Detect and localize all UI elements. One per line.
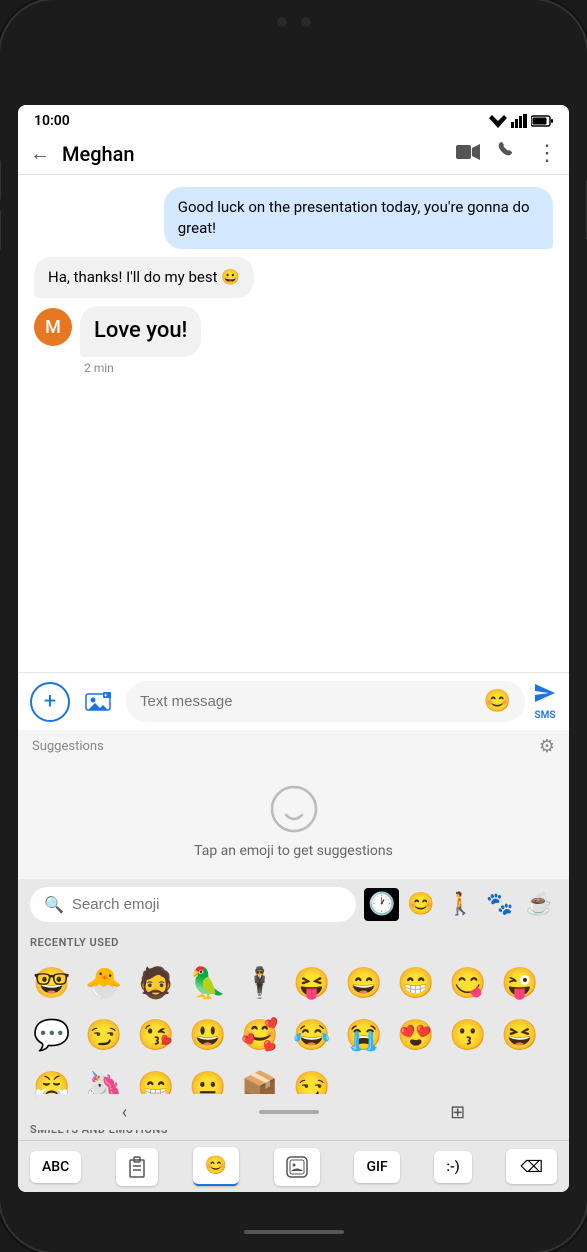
text-input-wrapper: 😊 bbox=[126, 681, 525, 722]
search-icon: 🔍 bbox=[44, 895, 64, 914]
abc-key[interactable]: ABC bbox=[30, 1151, 81, 1183]
emoji-speech[interactable]: 💬 bbox=[26, 1009, 78, 1061]
chat-area: Good luck on the presentation today, you… bbox=[18, 175, 569, 672]
wifi-icon bbox=[489, 114, 507, 128]
received-messages-content: Love you! 2 min bbox=[80, 306, 201, 375]
emoji-squint[interactable]: 😝 bbox=[286, 957, 338, 1009]
suggestion-hint: Tap an emoji to get suggestions bbox=[194, 843, 393, 859]
emoji-cry[interactable]: 😭 bbox=[338, 1009, 390, 1061]
emoji-kiss[interactable]: 😘 bbox=[130, 1009, 182, 1061]
emoji-suggestion-area: Tap an emoji to get suggestions bbox=[18, 763, 569, 879]
message-timestamp: 2 min bbox=[80, 361, 201, 375]
back-button[interactable]: ← bbox=[30, 141, 50, 166]
phone-call-icon[interactable] bbox=[498, 141, 518, 166]
message-input[interactable] bbox=[140, 693, 476, 710]
people-tab[interactable]: 🚶 bbox=[443, 888, 478, 921]
received-message-2: Ha, thanks! I'll do my best 😀 bbox=[34, 257, 254, 298]
emoticon-key[interactable]: :-) bbox=[434, 1151, 471, 1183]
emoji-smirk[interactable]: 😏 bbox=[78, 1009, 130, 1061]
emoji-bearded[interactable]: 🧔 bbox=[130, 957, 182, 1009]
suggestions-label: Suggestions bbox=[32, 739, 104, 754]
emoji-kissing[interactable]: 😗 bbox=[442, 1009, 494, 1061]
send-sms-button[interactable]: SMS bbox=[533, 682, 557, 721]
emoji-wink-tongue[interactable]: 😜 bbox=[494, 957, 546, 1009]
app-bar: ← Meghan ⋮ bbox=[18, 133, 569, 175]
sticker-key[interactable] bbox=[274, 1148, 320, 1186]
camera-dot-right bbox=[301, 17, 311, 27]
emoji-yum[interactable]: 😋 bbox=[442, 957, 494, 1009]
status-time: 10:00 bbox=[34, 113, 70, 129]
recently-used-grid: 🤓 🐣 🧔 🦜 🕴 😝 😄 😁 😋 😜 💬 😏 😘 😃 🥰 😂 😭 😍 bbox=[18, 953, 569, 1117]
smiley-placeholder-icon bbox=[268, 783, 320, 835]
emoji-search-wrapper: 🔍 bbox=[30, 887, 356, 922]
nav-grid-button[interactable]: ⊞ bbox=[450, 1102, 465, 1123]
emoji-picker-button[interactable]: 😊 bbox=[484, 689, 511, 714]
home-bar[interactable] bbox=[244, 1230, 344, 1234]
phone-frame: 10:00 ← Meghan bbox=[0, 0, 587, 1252]
status-bar: 10:00 bbox=[18, 105, 569, 133]
emoji-keyboard: 🔍 🕐 😊 🚶 🐾 ☕ RECENTLY USED 🤓 🐣 🧔 🦜 bbox=[18, 879, 569, 1192]
emoji-smile[interactable]: 😃 bbox=[182, 1009, 234, 1061]
video-call-icon[interactable] bbox=[456, 142, 480, 166]
delete-key[interactable]: ⌫ bbox=[506, 1149, 557, 1184]
volume-up-button[interactable] bbox=[0, 160, 1, 200]
clipboard-key[interactable] bbox=[116, 1148, 158, 1186]
media-button[interactable]: + bbox=[78, 682, 118, 722]
signal-icon bbox=[511, 114, 527, 128]
emoji-search-input[interactable] bbox=[72, 896, 342, 913]
app-bar-actions: ⋮ bbox=[456, 141, 557, 166]
recently-used-label: RECENTLY USED bbox=[18, 930, 569, 953]
emoji-dancer[interactable]: 🕴 bbox=[234, 957, 286, 1009]
received-message-2-container: Ha, thanks! I'll do my best 😀 bbox=[34, 257, 553, 298]
received-message-group: M Love you! 2 min bbox=[34, 306, 553, 375]
emoji-search-bar: 🔍 🕐 😊 🚶 🐾 ☕ bbox=[18, 879, 569, 930]
contact-name: Meghan bbox=[62, 142, 444, 166]
nature-tab[interactable]: 🐾 bbox=[482, 888, 517, 921]
emoji-heart-eyes[interactable]: 😍 bbox=[390, 1009, 442, 1061]
received-message-love: Love you! bbox=[80, 306, 201, 357]
keyboard-bottom-bar: ABC 😊 bbox=[18, 1140, 569, 1192]
add-button[interactable]: + bbox=[30, 682, 70, 722]
front-cameras bbox=[277, 17, 311, 27]
emoji-key[interactable]: 😊 bbox=[193, 1147, 239, 1186]
gif-key[interactable]: GIF bbox=[354, 1151, 399, 1183]
food-tab[interactable]: ☕ bbox=[522, 888, 557, 921]
smiley-tab[interactable]: 😊 bbox=[403, 888, 438, 921]
emoji-xd[interactable]: 😆 bbox=[494, 1009, 546, 1061]
emoji-laugh[interactable]: 😂 bbox=[286, 1009, 338, 1061]
emoji-grin[interactable]: 😄 bbox=[338, 957, 390, 1009]
emoji-chick[interactable]: 🐣 bbox=[78, 957, 130, 1009]
sent-message-1: Good luck on the presentation today, you… bbox=[164, 187, 553, 249]
status-icons bbox=[489, 114, 553, 128]
emoji-nerdy[interactable]: 🤓 bbox=[26, 957, 78, 1009]
category-quick-tabs: 🕐 😊 🚶 🐾 ☕ bbox=[364, 888, 557, 921]
emoji-parrot[interactable]: 🦜 bbox=[182, 957, 234, 1009]
suggestions-bar: Suggestions ⚙ bbox=[18, 730, 569, 763]
nav-back-button[interactable]: ‹ bbox=[122, 1102, 127, 1123]
nav-bar: ‹ ⊞ bbox=[36, 1094, 551, 1130]
avatar-m: M bbox=[34, 308, 72, 346]
input-area: + + 😊 SMS bbox=[18, 672, 569, 730]
emoji-beam[interactable]: 😁 bbox=[390, 957, 442, 1009]
camera-dot-left bbox=[277, 17, 287, 27]
settings-gear-icon[interactable]: ⚙ bbox=[539, 736, 555, 757]
emoji-hearts[interactable]: 🥰 bbox=[234, 1009, 286, 1061]
volume-down-button[interactable] bbox=[0, 210, 1, 250]
nav-pill[interactable] bbox=[259, 1110, 319, 1114]
phone-screen: 10:00 ← Meghan bbox=[18, 105, 569, 1192]
recent-tab[interactable]: 🕐 bbox=[364, 888, 399, 921]
send-label: SMS bbox=[535, 710, 556, 721]
more-options-icon[interactable]: ⋮ bbox=[536, 141, 557, 166]
battery-icon bbox=[531, 115, 553, 127]
